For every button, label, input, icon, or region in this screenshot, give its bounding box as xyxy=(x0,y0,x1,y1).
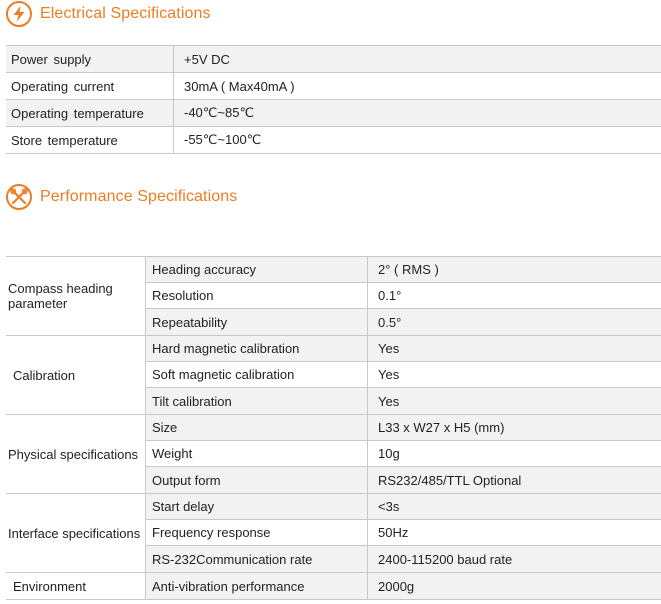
table-row: Operating current 30mA ( Max40mA ) xyxy=(6,73,661,100)
performance-section-header: Performance Specifications xyxy=(6,184,237,210)
spec-group: Physical specifications Size L33 x W27 x H… xyxy=(6,415,661,494)
performance-specs-table: Compass heading parameter Heading accurac… xyxy=(6,256,661,600)
spec-label: Power supply xyxy=(6,46,174,72)
table-row: Resolution 0.1° xyxy=(146,283,661,309)
table-row: Weight 10g xyxy=(146,441,661,467)
group-label: Physical specifications xyxy=(6,415,146,493)
spec-name: Start delay xyxy=(146,494,368,519)
spec-value: Yes xyxy=(378,367,400,382)
spec-group: Calibration Hard magnetic calibration Yes S… xyxy=(6,336,661,415)
spec-value: -55℃~100℃ xyxy=(184,132,262,147)
table-row: Soft magnetic calibration Yes xyxy=(146,362,661,388)
table-row: Operating temperature -40℃~85℃ xyxy=(6,100,661,127)
table-row: Frequency response 50Hz xyxy=(146,520,661,546)
performance-section-title: Performance Specifications xyxy=(40,188,238,205)
table-row: Store temperature -55℃~100℃ xyxy=(6,127,661,154)
tools-icon xyxy=(6,184,32,210)
spec-value: 0.5° xyxy=(378,314,402,330)
spec-label: Store temperature xyxy=(6,127,174,153)
spec-value: +5V DC xyxy=(184,51,230,67)
spec-name: Resolution xyxy=(146,283,368,308)
group-label: Environment xyxy=(6,573,146,599)
spec-group: Compass heading parameter Heading accurac… xyxy=(6,256,661,336)
spec-name: RS-232Communication rate xyxy=(146,546,368,572)
table-row: Hard magnetic calibration Yes xyxy=(146,336,661,362)
spec-value: -40℃~85℃ xyxy=(184,105,255,120)
spec-group: Environment Anti-vibration performance 200… xyxy=(6,573,661,600)
spec-value: 50Hz xyxy=(378,525,409,540)
group-label: Calibration xyxy=(6,336,146,414)
spec-name: Weight xyxy=(146,441,368,466)
spec-name: Hard magnetic calibration xyxy=(146,336,368,361)
spec-value: 10g xyxy=(378,446,400,461)
spec-label: Operating current xyxy=(6,73,174,99)
spec-value: L33 x W27 x H5 (mm) xyxy=(378,420,505,435)
spec-value: 2400-115200 baud rate xyxy=(378,551,513,567)
spec-name: Output form xyxy=(146,467,368,493)
spec-value: 2000g xyxy=(378,578,415,594)
electrical-specs-table: Power supply +5V DC Operating current 30mA … xyxy=(6,45,661,154)
electrical-section-header: Electrical Specifications xyxy=(6,1,211,27)
group-label: Interface specifications xyxy=(6,494,146,572)
spec-name: Heading accuracy xyxy=(146,257,368,282)
spec-name: Size xyxy=(146,415,368,440)
spec-name: Frequency response xyxy=(146,520,368,545)
lightning-icon xyxy=(6,1,32,27)
table-row: Power supply +5V DC xyxy=(6,46,661,73)
spec-value: 0.1° xyxy=(378,288,402,303)
table-row: Start delay <3s xyxy=(146,494,661,520)
spec-name: Soft magnetic calibration xyxy=(146,362,368,387)
table-row: Output form RS232/485/TTL Optional xyxy=(146,467,661,493)
spec-value: Yes xyxy=(378,393,400,409)
table-row: Anti-vibration performance 2000g xyxy=(146,573,661,599)
spec-value: RS232/485/TTL Optional xyxy=(378,472,522,488)
table-row: Tilt calibration Yes xyxy=(146,388,661,414)
spec-name: Repeatability xyxy=(146,309,368,335)
table-row: Repeatability 0.5° xyxy=(146,309,661,335)
spec-value: 30mA ( Max40mA ) xyxy=(184,78,295,94)
table-row: RS-232Communication rate 2400-115200 baud… xyxy=(146,546,661,572)
table-row: Heading accuracy 2° ( RMS ) xyxy=(146,257,661,283)
spec-name: Anti-vibration performance xyxy=(146,573,368,599)
spec-value: <3s xyxy=(378,499,400,514)
spec-value: 2° ( RMS ) xyxy=(378,262,439,277)
spec-group: Interface specifications Start delay <3s Fr… xyxy=(6,494,661,573)
group-label: Compass heading parameter xyxy=(6,257,146,335)
electrical-section-title: Electrical Specifications xyxy=(40,5,211,22)
spec-name: Tilt calibration xyxy=(146,388,368,414)
spec-label: Operating temperature xyxy=(6,100,174,126)
spec-value: Yes xyxy=(378,341,400,356)
table-row: Size L33 x W27 x H5 (mm) xyxy=(146,415,661,441)
